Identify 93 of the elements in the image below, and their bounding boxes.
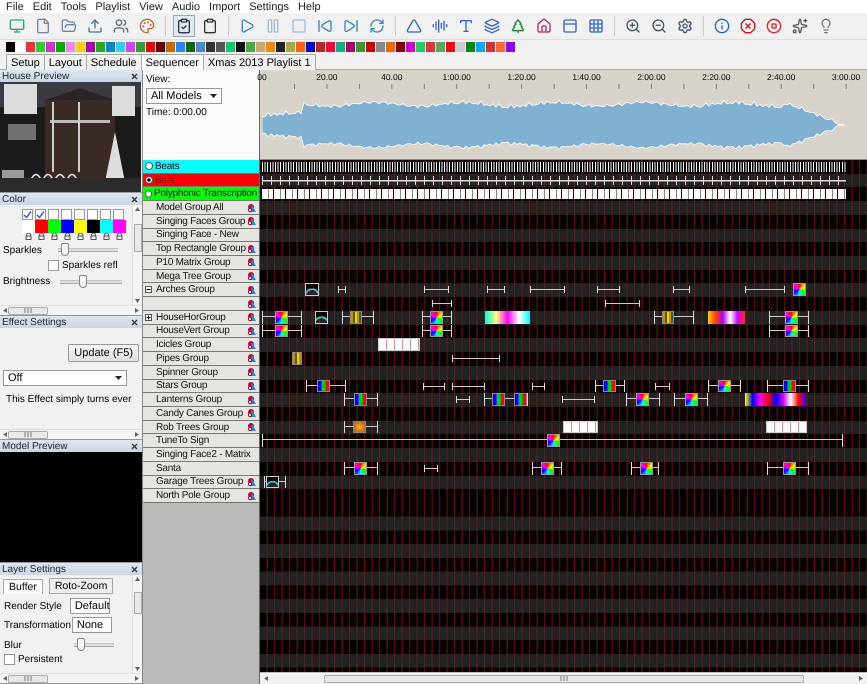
menu-item[interactable]: Settings <box>249 0 289 12</box>
tab[interactable]: Sequencer <box>140 54 204 70</box>
model-row[interactable]: Singing Face - New <box>143 228 259 242</box>
model-name: Model Group All <box>156 202 224 214</box>
panel-title: Model Preview <box>2 440 68 452</box>
tab[interactable]: Schedule <box>86 54 142 70</box>
model-name: Singing Face2 - Matrix <box>156 448 252 460</box>
panel-title: Color <box>2 194 26 204</box>
model-name: Mega Tree Group <box>156 270 232 282</box>
ruler-label: 3:00.00 <box>832 72 860 82</box>
model-row[interactable]: TuneTo Sign <box>143 434 259 448</box>
model-row[interactable]: Icicles Group <box>143 338 259 352</box>
model-name: Singing Faces Group <box>156 216 246 227</box>
model-row[interactable]: HouseHorGroup <box>143 310 259 325</box>
menu-item[interactable]: Tools <box>60 0 86 12</box>
slider-label: Blur <box>4 640 22 650</box>
slider-label: Sparkles <box>3 244 42 256</box>
model-name: Stars Group <box>156 380 208 392</box>
model-name: Santa <box>156 462 182 474</box>
model-name: Candy Canes Group <box>156 408 244 419</box>
menu-item[interactable]: File <box>6 0 24 12</box>
model-name: P10 Matrix Group <box>156 256 232 268</box>
model-row[interactable]: Pipes Group <box>143 352 259 366</box>
timing-track-row[interactable]: Beats <box>143 160 259 174</box>
model-name: Icicles Group <box>156 339 212 350</box>
model-row[interactable]: Spinner Group <box>143 366 259 380</box>
model-row[interactable]: North Pole Group <box>143 489 259 503</box>
timing-track-row[interactable]: Polyphonic Transcription <box>143 187 259 202</box>
effect-description: This Effect simply turns ever <box>6 394 132 405</box>
field-label: Render Style <box>4 600 62 612</box>
ruler-label: 40.00 <box>381 72 402 82</box>
view-label: View: <box>146 74 172 85</box>
tab[interactable]: Setup <box>6 54 45 70</box>
ruler-label: 1:20.00 <box>507 72 536 82</box>
ruler-label: 2:00.00 <box>637 72 666 82</box>
menu-item[interactable]: View <box>139 0 163 12</box>
timing-track-name: Beats <box>155 160 180 172</box>
model-name: Singing Face - New <box>156 229 240 240</box>
model-name: Arches Group <box>156 284 216 296</box>
tab[interactable]: Xmas 2013 Playlist 1 <box>202 54 316 70</box>
checkbox-label: Sparkles refl <box>62 260 118 271</box>
model-row[interactable]: Santa <box>143 462 259 476</box>
menu-item[interactable]: Audio <box>172 0 200 12</box>
model-row[interactable]: Candy Canes Group <box>143 406 259 421</box>
menu-item[interactable]: Help <box>298 0 321 12</box>
checkbox-label: Persistent <box>18 654 62 665</box>
ruler-label: 1:40.00 <box>572 72 601 82</box>
model-row[interactable]: Rob Trees Group <box>143 420 259 434</box>
update-button[interactable]: Update (F5) <box>68 344 139 362</box>
effect-dropdown[interactable]: Off <box>3 370 127 386</box>
model-name: TuneTo Sign <box>156 435 210 446</box>
transformation-dropdown[interactable]: None <box>72 617 112 633</box>
menu-item[interactable]: Playlist <box>95 0 130 12</box>
model-name: Spinner Group <box>156 366 219 378</box>
panel-title: Effect Settings <box>2 316 66 328</box>
field-label: Transformation <box>4 620 71 630</box>
ruler-label: 1:00.00 <box>442 72 471 82</box>
model-row[interactable]: Top Rectangle Group <box>143 242 259 256</box>
timing-track-name: Polyphonic Transcription <box>154 188 257 200</box>
model-name: Top Rectangle Group <box>156 243 247 254</box>
model-row[interactable]: Stars Group <box>143 380 259 394</box>
model-name: Rob Trees Group <box>156 422 230 433</box>
menu-item[interactable]: Import <box>209 0 240 12</box>
view-dropdown[interactable]: All Models <box>146 88 222 104</box>
model-name: Lanterns Group <box>156 394 223 406</box>
tab[interactable]: Buffer <box>3 578 43 594</box>
ruler-label: 20.00 <box>316 72 338 82</box>
ruler-label: 2:40.00 <box>767 72 796 82</box>
tab[interactable]: Roto-Zoom <box>48 578 114 594</box>
model-row[interactable]: Model Group All <box>143 201 259 215</box>
ruler-label: 2:20.00 <box>702 72 730 82</box>
panel-title: Layer Settings <box>2 564 66 574</box>
model-row[interactable]: Arches Group <box>143 283 259 298</box>
model-row[interactable]: HouseVert Group <box>143 324 259 338</box>
model-name: HouseVert Group <box>156 325 231 336</box>
tab[interactable]: Layout <box>44 54 87 70</box>
model-row[interactable]: Singing Faces Group <box>143 214 259 229</box>
model-name: North Pole Group <box>156 490 231 502</box>
model-name: Pipes Group <box>156 352 210 364</box>
model-row[interactable]: Singing Face2 - Matrix <box>143 448 259 462</box>
model-row[interactable]: P10 Matrix Group <box>143 256 259 270</box>
slider-label: Brightness <box>3 276 50 287</box>
model-name: HouseHorGroup <box>156 312 227 323</box>
model-name: Garage Trees Group <box>156 476 244 488</box>
model-row[interactable]: Garage Trees Group <box>143 476 259 490</box>
menu-item[interactable]: Edit <box>32 0 52 12</box>
render-style-dropdown[interactable]: Default <box>70 598 110 614</box>
model-row[interactable]: Mega Tree Group <box>143 270 259 284</box>
time-display: Time: 0:00.00 <box>146 107 208 118</box>
ruler-label: 00 <box>257 72 267 82</box>
model-row[interactable]: Lanterns Group <box>143 393 259 407</box>
panel-title: House Preview <box>2 70 70 82</box>
timing-track-name: Bars <box>155 174 176 186</box>
